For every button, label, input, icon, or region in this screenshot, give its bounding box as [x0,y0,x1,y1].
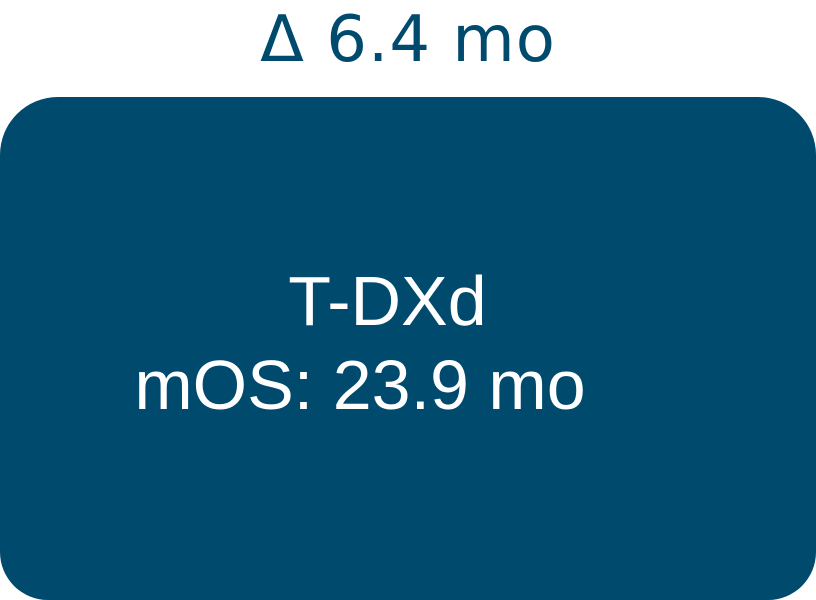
treatment-box: T-DXd mOS: 23.9 mo [0,97,816,600]
diagram-canvas: Δ 6.4 mo T-DXd mOS: 23.9 mo [0,0,816,600]
delta-label: Δ 6.4 mo [260,3,556,77]
median-os-label: mOS: 23.9 mo [134,345,586,424]
treatment-box-text: T-DXd mOS: 23.9 mo [0,97,720,600]
drug-name: T-DXd [288,261,487,340]
